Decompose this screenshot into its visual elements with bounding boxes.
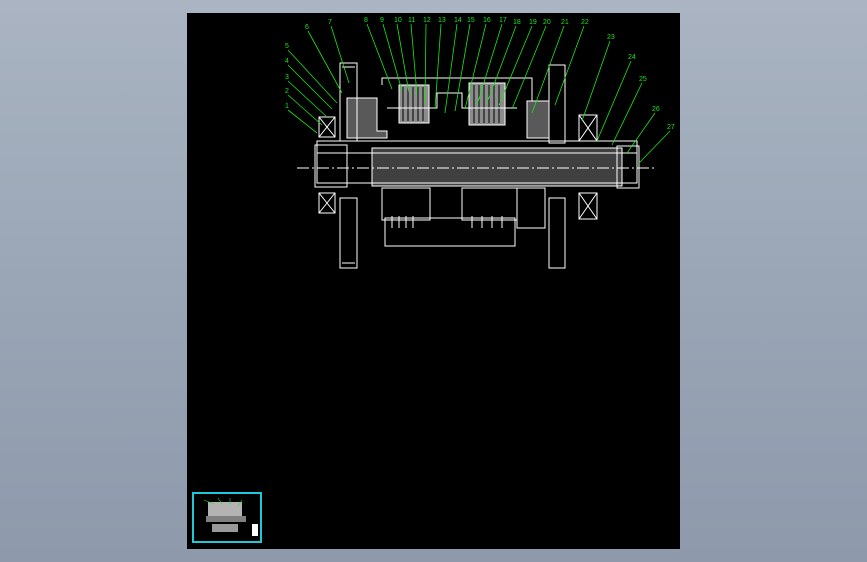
lower-housing (384, 217, 516, 247)
leader-line (596, 60, 632, 142)
part-label-8: 8 (364, 17, 368, 24)
leader-line (410, 23, 418, 96)
leader-line (307, 30, 343, 94)
part-label-12: 12 (423, 17, 431, 24)
leader-line (287, 94, 323, 126)
leader-line (626, 112, 656, 154)
right-flange (548, 64, 566, 144)
part-label-14: 14 (454, 17, 462, 24)
leader-line (581, 40, 611, 122)
leader-line (366, 23, 393, 90)
thumbnail-preview-icon (203, 497, 258, 536)
part-label-22: 22 (581, 19, 589, 26)
part-label-1: 1 (285, 103, 289, 110)
part-label-5: 5 (285, 43, 289, 50)
part-label-24: 24 (628, 54, 636, 61)
part-label-27: 27 (667, 124, 675, 131)
left-hub-section (346, 97, 388, 139)
part-label-26: 26 (652, 106, 660, 113)
leader-line (287, 109, 318, 134)
left-flange-lower (339, 197, 358, 269)
drawing-canvas[interactable]: 1 2 3 4 5 6 7 8 9 10 11 12 13 14 15 16 17 18 19 20 21 22 23 24 2… (187, 13, 680, 549)
part-label-10: 10 (394, 17, 402, 24)
part-label-25: 25 (639, 76, 647, 83)
part-label-18: 18 (513, 19, 521, 26)
part-label-9: 9 (380, 17, 384, 24)
part-label-23: 23 (607, 34, 615, 41)
lower-gear-left (381, 187, 431, 221)
part-label-7: 7 (328, 19, 332, 26)
shaft-hatch (371, 147, 623, 187)
leader-line (287, 49, 338, 104)
part-label-13: 13 (438, 17, 446, 24)
part-label-4: 4 (285, 58, 289, 65)
leader-line (511, 25, 547, 110)
part-label-15: 15 (467, 17, 475, 24)
lower-gear-right (461, 187, 518, 221)
part-label-19: 19 (529, 19, 537, 26)
part-label-17: 17 (499, 17, 507, 24)
left-shaft-end (314, 144, 348, 188)
part-label-16: 16 (483, 17, 491, 24)
right-flange-lower (548, 197, 566, 269)
assembly-drawing: 1234567 8 9 10 11 12 13 14 15 16 17 18 19 20 21 2223242… (285, 17, 675, 269)
part-label-11: 11 (408, 17, 415, 24)
part-label-6: 6 (305, 24, 309, 31)
right-hub-section (526, 100, 550, 139)
leader-line (444, 23, 458, 114)
leader-line (498, 25, 533, 106)
part-label-21: 21 (561, 19, 569, 26)
lower-hub (516, 187, 546, 229)
leader-line (434, 23, 442, 110)
part-label-3: 3 (285, 74, 289, 81)
part-label-2: 2 (285, 88, 289, 95)
shaft-assembly-geometry (297, 62, 657, 269)
leader-line (396, 23, 410, 94)
leader-line (611, 82, 643, 146)
part-label-20: 20 (543, 19, 551, 26)
view-thumbnail[interactable] (192, 492, 262, 543)
leader-line (638, 130, 671, 164)
leader-line (531, 25, 565, 114)
